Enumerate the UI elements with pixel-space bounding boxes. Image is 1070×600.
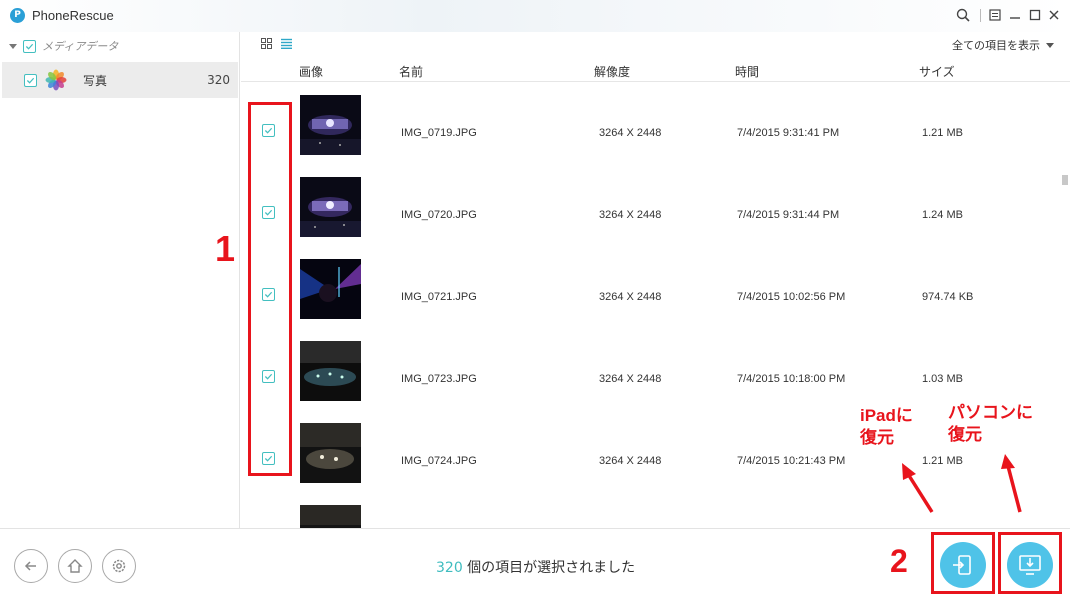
gear-icon [112,559,126,573]
annotation-ipad-line2: 復元 [860,428,894,447]
search-icon[interactable] [954,6,972,24]
annotation-label-pc: パソコンに 復元 [948,402,1033,446]
sidebar-item-label: 写真 [83,73,108,88]
row-time: 7/4/2015 9:31:44 PM [737,209,840,221]
row-time: 7/4/2015 10:18:00 PM [737,373,846,385]
photo-thumbnail[interactable] [300,259,361,319]
row-size: 1.24 MB [922,209,963,221]
column-header-name[interactable]: 名前 [399,63,423,80]
row-size: 1.21 MB [922,127,963,139]
grid-view-icon[interactable] [261,38,272,49]
category-checkbox[interactable] [23,39,36,53]
settings-button[interactable] [102,549,136,583]
annotation-box-checkboxes [248,102,292,476]
row-resolution: 3264 X 2448 [599,455,662,467]
column-header-time[interactable]: 時間 [735,63,759,80]
photo-thumbnail[interactable] [300,95,361,155]
sidebar-item-photos[interactable]: 写真 320 [2,62,238,98]
row-file-name: IMG_0724.JPG [401,455,477,467]
back-button[interactable] [14,549,48,583]
annotation-pc-line1: パソコンに [948,403,1033,422]
table-row[interactable]: IMG_0720.JPG 3264 X 2448 7/4/2015 9:31:4… [241,175,1070,257]
maximize-icon[interactable] [1026,6,1044,24]
category-label: メディアデータ [42,40,119,53]
row-size: 974.74 KB [922,291,974,303]
table-row[interactable]: IMG_0724.JPG 3264 X 2448 7/4/2015 10:21:… [241,421,1070,503]
row-time: 7/4/2015 10:02:56 PM [737,291,846,303]
table-row[interactable]: IMG_0721.JPG 3264 X 2448 7/4/2015 10:02:… [241,257,1070,339]
home-button[interactable] [58,549,92,583]
expand-triangle-icon[interactable] [9,43,17,49]
footer-bar: 320 個の項目が選択されました [0,528,1070,600]
row-file-name: IMG_0720.JPG [401,209,477,221]
table-row[interactable]: IMG_0723.JPG 3264 X 2448 7/4/2015 10:18:… [241,339,1070,421]
photos-app-icon [45,69,67,91]
content-toolbar: 全ての項目を表示 [241,32,1070,56]
back-arrow-icon [24,561,36,571]
photo-thumbnail[interactable] [300,505,361,528]
photos-checkbox[interactable] [24,73,37,87]
row-file-name: IMG_0723.JPG [401,373,477,385]
selected-suffix: 個の項目が選択されました [462,560,636,576]
table-header: 画像 名前 解像度 時間 サイズ [241,60,1070,82]
row-resolution: 3264 X 2448 [599,127,662,139]
filter-dropdown-label: 全ての項目を表示 [952,39,1040,52]
titlebar-divider [980,9,981,22]
row-resolution: 3264 X 2448 [599,209,662,221]
row-file-name: IMG_0719.JPG [401,127,477,139]
sidebar-category-media[interactable]: メディアデータ [0,32,240,60]
row-resolution: 3264 X 2448 [599,291,662,303]
annotation-box-pc [998,532,1062,594]
annotation-step-2: 2 [890,543,908,579]
annotation-ipad-line1: iPadに [860,406,913,425]
content-area: 全ての項目を表示 画像 名前 解像度 時間 サイズ IMG_0719.JPG 3… [241,32,1070,528]
scrollbar-thumb[interactable] [1062,175,1068,185]
list-view-icon[interactable] [281,38,292,50]
app-logo-icon: P [10,8,25,23]
menu-icon[interactable] [986,6,1004,24]
selection-status: 320 個の項目が選択されました [436,557,635,577]
photo-thumbnail[interactable] [300,341,361,401]
column-header-resolution[interactable]: 解像度 [594,63,630,80]
photo-thumbnail[interactable] [300,177,361,237]
annotation-pc-line2: 復元 [948,425,982,444]
annotation-box-ipad [931,532,995,594]
selected-count: 320 [436,560,463,576]
row-resolution: 3264 X 2448 [599,373,662,385]
minimize-icon[interactable] [1006,6,1024,24]
home-icon [67,559,83,573]
filter-dropdown[interactable]: 全ての項目を表示 [952,37,1054,53]
annotation-label-ipad: iPadに 復元 [860,405,913,449]
row-time: 7/4/2015 10:21:43 PM [737,455,846,467]
annotation-step-1: 1 [215,228,236,269]
photo-thumbnail[interactable] [300,423,361,483]
sidebar: メディアデータ 写真 320 [0,32,240,528]
sidebar-item-count: 320 [207,73,230,87]
close-icon[interactable] [1045,6,1063,24]
column-header-image[interactable]: 画像 [299,63,323,80]
title-bar: P PhoneRescue [0,0,1070,32]
row-size: 1.21 MB [922,455,963,467]
table-row[interactable]: IMG_0719.JPG 3264 X 2448 7/4/2015 9:31:4… [241,93,1070,175]
row-file-name: IMG_0721.JPG [401,291,477,303]
column-header-size[interactable]: サイズ [919,63,955,80]
app-title: PhoneRescue [32,8,114,23]
row-time: 7/4/2015 9:31:41 PM [737,127,840,139]
chevron-down-icon [1046,42,1054,48]
row-size: 1.03 MB [922,373,963,385]
